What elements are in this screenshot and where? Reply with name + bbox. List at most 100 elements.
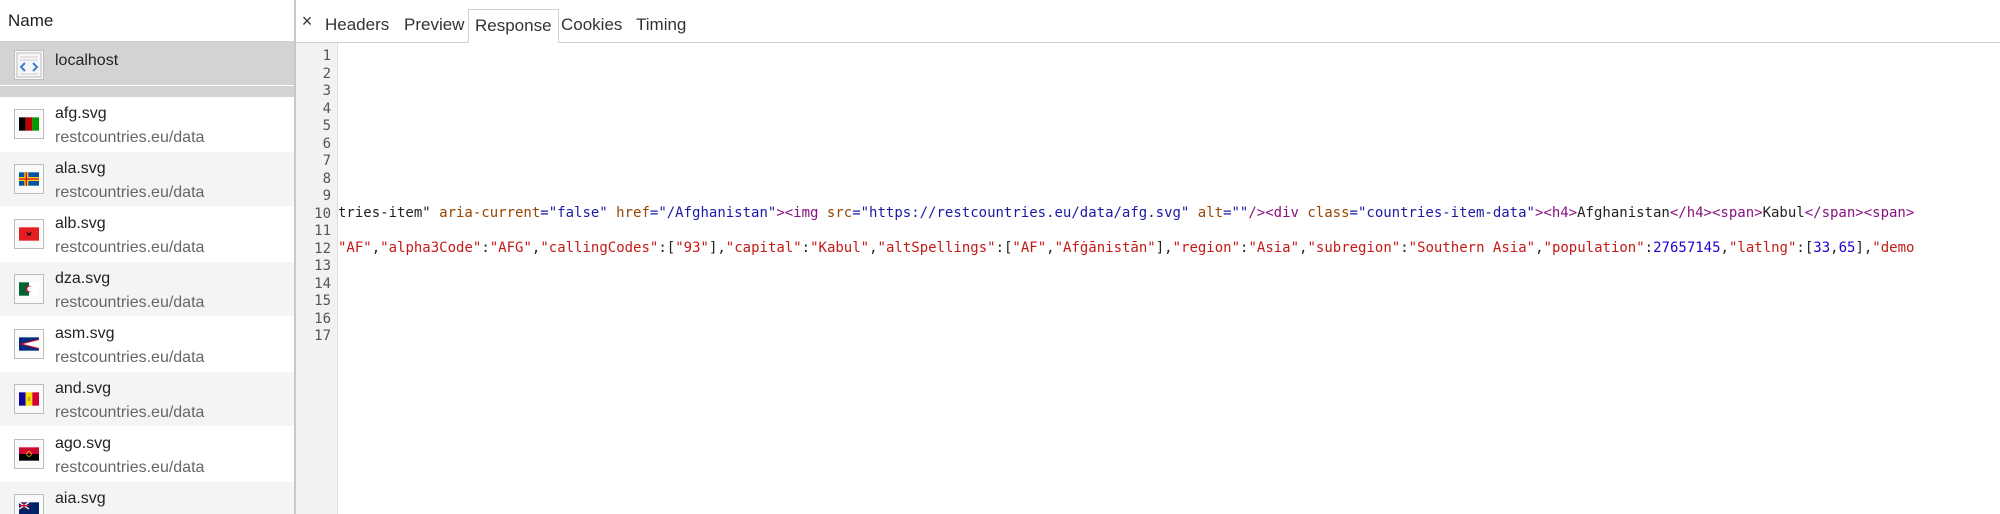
request-row-dza[interactable]: dza.svg restcountries.eu/data: [0, 262, 294, 317]
code-token: :: [1644, 240, 1654, 256]
code-token: "demo: [1872, 240, 1915, 256]
request-row-afg[interactable]: afg.svg restcountries.eu/data: [0, 97, 294, 152]
response-body[interactable]: tries-item" aria-current="false" href="/…: [338, 43, 2000, 514]
flag-ala-icon: [14, 164, 44, 194]
code-token: Kabul: [1762, 205, 1805, 221]
code-token: src: [818, 205, 853, 221]
code-token: ="/Afghanistan": [649, 205, 777, 221]
request-file-name: aia.svg: [55, 490, 106, 507]
line-number: 15: [314, 293, 331, 309]
request-row-ago[interactable]: ago.svg restcountries.eu/data: [0, 427, 294, 482]
code-token: "callingCodes": [540, 240, 659, 256]
code-token: "latlng": [1728, 240, 1797, 256]
code-token: ,: [1046, 240, 1055, 256]
flag-aia-icon: [14, 494, 44, 514]
code-token: ="false": [540, 205, 608, 221]
code-token: :[: [1796, 240, 1814, 256]
flag-asm-icon: [14, 329, 44, 359]
code-token: "subregion": [1307, 240, 1401, 256]
code-token: ,: [371, 240, 381, 256]
line-number: 13: [314, 258, 331, 274]
code-token: "93": [675, 240, 709, 256]
tab-response[interactable]: Response: [468, 9, 559, 43]
code-token: ,: [869, 240, 878, 256]
detail-tab-bar: × Headers Preview Response Cookies Timin…: [296, 0, 2000, 43]
request-row-ala[interactable]: ala.svg restcountries.eu/data: [0, 152, 294, 207]
tab-timing[interactable]: Timing: [630, 9, 692, 41]
request-file-name: ala.svg: [55, 160, 106, 177]
flag-ago-icon: [14, 439, 44, 469]
code-token: ],: [708, 240, 726, 256]
code-token: "Southern Asia": [1408, 240, 1536, 256]
request-domain: restcountries.eu/data: [55, 294, 205, 311]
request-file-name: alb.svg: [55, 215, 106, 232]
tab-headers[interactable]: Headers: [319, 9, 395, 41]
code-token: "Asia": [1248, 240, 1300, 256]
line-number: 12: [314, 240, 331, 257]
code-token: </h4><span>: [1669, 205, 1763, 221]
selected-row-spacer: [0, 86, 294, 97]
code-token: "AF": [338, 240, 372, 256]
request-domain: restcountries.eu/data: [55, 184, 205, 201]
line-number: 17: [314, 328, 331, 344]
code-token: Afghanistan: [1577, 205, 1670, 221]
code-token: :[: [995, 240, 1013, 256]
code-token: ="countries-item-data": [1349, 205, 1535, 221]
line-number: 10: [314, 205, 331, 222]
flag-dza-icon: [14, 274, 44, 304]
flag-alb-icon: [14, 219, 44, 249]
code-token: :: [481, 240, 490, 256]
code-token: :[: [658, 240, 676, 256]
line-number: 6: [322, 135, 331, 152]
code-token: ,: [1830, 240, 1839, 256]
request-row-aia[interactable]: aia.svg: [0, 482, 294, 514]
code-token: "Kabul": [810, 240, 870, 256]
code-token: /><div: [1248, 205, 1299, 221]
line-number: 4: [322, 100, 331, 117]
request-list-panel: Name localhost afg.svg restcountries.eu/…: [0, 0, 296, 514]
line-number: 14: [314, 275, 331, 292]
request-row-asm[interactable]: asm.svg restcountries.eu/data: [0, 317, 294, 372]
code-token: alt: [1189, 205, 1224, 221]
response-line-10: tries-item" aria-current="false" href="/…: [338, 205, 1914, 221]
request-row-and[interactable]: and.svg restcountries.eu/data: [0, 372, 294, 427]
code-token: "AFG": [489, 240, 532, 256]
request-file-name: afg.svg: [55, 105, 107, 122]
request-row-alb[interactable]: alb.svg restcountries.eu/data: [0, 207, 294, 262]
request-domain: restcountries.eu/data: [55, 239, 205, 256]
code-token: ],: [1155, 240, 1173, 256]
request-file-name: localhost: [55, 52, 119, 69]
code-token: 65: [1838, 240, 1856, 256]
code-token: ,: [1535, 240, 1544, 256]
code-token: tries-item": [338, 205, 431, 221]
tab-cookies[interactable]: Cookies: [555, 9, 628, 41]
code-token: ,: [1720, 240, 1729, 256]
code-token: "region": [1172, 240, 1241, 256]
tab-preview[interactable]: Preview: [398, 9, 470, 41]
code-token: aria-current: [430, 205, 541, 221]
flag-and-icon: [14, 384, 44, 414]
line-number: 8: [322, 170, 331, 187]
code-token: "altSpellings": [877, 240, 996, 256]
request-detail-panel: × Headers Preview Response Cookies Timin…: [296, 0, 2000, 514]
code-token: "alpha3Code": [380, 240, 482, 256]
code-token: 27657145: [1653, 240, 1721, 256]
code-token: "population": [1543, 240, 1645, 256]
line-number: 7: [322, 153, 331, 169]
request-domain: restcountries.eu/data: [55, 459, 205, 476]
line-number: 2: [322, 65, 331, 82]
code-token: "AF": [1012, 240, 1047, 256]
line-number-gutter: 1 2 3 4 5 6 7 8 9 10 11 12 13 14 15 16 17: [296, 43, 338, 514]
code-token: 33: [1813, 240, 1831, 256]
request-file-name: asm.svg: [55, 325, 115, 342]
code-token: href: [607, 205, 650, 221]
name-column-header[interactable]: Name: [0, 0, 294, 42]
request-row-localhost[interactable]: localhost: [0, 42, 294, 86]
line-number: 9: [322, 188, 331, 204]
request-file-name: dza.svg: [55, 270, 111, 287]
request-domain: restcountries.eu/data: [55, 404, 205, 421]
code-token: :: [1400, 240, 1409, 256]
code-token: ><img: [776, 205, 819, 221]
close-icon[interactable]: ×: [298, 11, 316, 32]
request-file-name: and.svg: [55, 380, 112, 397]
